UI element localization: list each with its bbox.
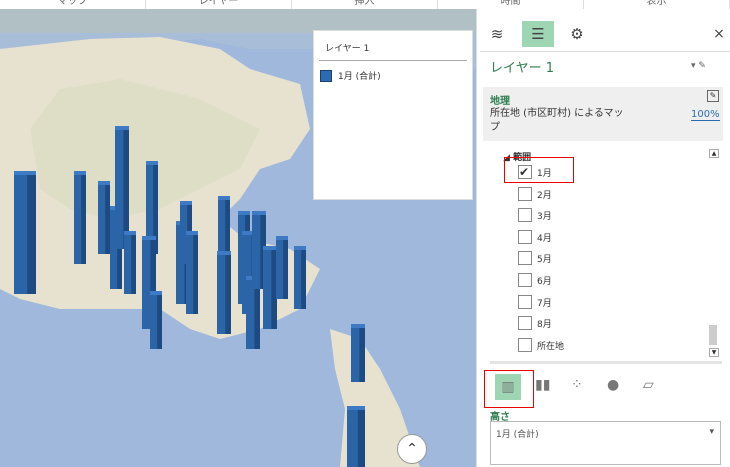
field-checkbox[interactable] xyxy=(518,316,532,331)
geography-section: 地理 所在地 (市区町村) によるマップ ✎ 100% xyxy=(483,87,723,141)
map-legend: レイヤー 1 1月 (合計) xyxy=(313,30,473,200)
height-value: 1月 (合計) xyxy=(496,430,539,440)
data-column[interactable] xyxy=(276,236,288,299)
tab-layer[interactable]: レイヤー xyxy=(146,0,292,9)
geography-desc: 所在地 (市区町村) によるマップ xyxy=(490,108,624,133)
highlight-box xyxy=(484,370,534,408)
field-label: 所在地 xyxy=(537,341,565,352)
field-label: 4月 xyxy=(537,233,552,244)
field-label: 8月 xyxy=(537,320,552,331)
edit-icon[interactable]: ✎ xyxy=(707,90,719,102)
layers-icon[interactable]: ≋ xyxy=(481,21,513,47)
data-column[interactable] xyxy=(14,171,36,294)
chevron-down-icon: ▾ xyxy=(709,427,714,437)
data-column[interactable] xyxy=(115,126,129,249)
tab-view[interactable]: 表示 xyxy=(584,0,730,9)
field-checkbox[interactable] xyxy=(518,186,532,201)
data-column[interactable] xyxy=(98,181,110,254)
geography-percent[interactable]: 100% xyxy=(691,109,720,121)
tab-map[interactable]: マップ xyxy=(0,0,146,9)
data-column[interactable] xyxy=(217,251,231,334)
layer-name[interactable]: レイヤー 1 xyxy=(490,57,554,76)
legend-item: 1月 (合計) xyxy=(338,72,381,82)
tilt-up-button[interactable]: ⌃ xyxy=(397,434,427,464)
field-list-icon[interactable]: ☰ xyxy=(522,21,554,47)
data-column[interactable] xyxy=(124,231,136,294)
field-scrollbar[interactable]: ▲ ▼ xyxy=(709,149,719,359)
field-label: 3月 xyxy=(537,212,552,223)
tab-insert[interactable]: 挿入 xyxy=(292,0,438,9)
close-button[interactable]: × xyxy=(703,21,730,47)
field-checkbox[interactable] xyxy=(518,337,532,352)
data-column[interactable] xyxy=(347,406,365,467)
field-checkbox[interactable] xyxy=(518,273,532,287)
data-column[interactable] xyxy=(150,291,162,349)
bubble-icon[interactable]: ⁘ xyxy=(571,377,583,393)
layer-dropdown-icon[interactable]: ▾ ✎ xyxy=(691,61,706,71)
field-checkbox[interactable] xyxy=(518,251,532,266)
data-column[interactable] xyxy=(351,324,365,382)
ribbon-tabs: マップ レイヤー 挿入 時間 表示 xyxy=(0,0,730,9)
layer-pane: ≋ ☰ ⚙ × レイヤー 1 ▾ ✎ 地理 所在地 (市区町村) によるマップ … xyxy=(476,9,730,467)
field-label: 5月 xyxy=(537,255,552,266)
tab-time[interactable]: 時間 xyxy=(438,0,584,9)
field-checkbox[interactable] xyxy=(518,229,532,244)
data-column[interactable] xyxy=(263,246,277,329)
highlight-box xyxy=(504,157,574,183)
data-column[interactable] xyxy=(74,171,86,264)
legend-swatch xyxy=(320,69,332,82)
field-label: 6月 xyxy=(537,277,552,287)
region-icon[interactable]: ▱ xyxy=(643,377,654,393)
data-column[interactable] xyxy=(186,231,198,314)
settings-icon[interactable]: ⚙ xyxy=(561,21,593,47)
field-label: 2月 xyxy=(537,190,552,201)
field-checkbox[interactable] xyxy=(518,294,532,309)
heat-map-icon[interactable]: ● xyxy=(607,377,619,393)
clustered-column-icon[interactable]: ▮▮ xyxy=(535,377,550,393)
legend-title: レイヤー 1 xyxy=(319,31,467,61)
field-checkbox[interactable] xyxy=(518,208,532,223)
geography-heading: 地理 xyxy=(490,96,510,107)
data-column[interactable] xyxy=(294,246,306,309)
height-field-dropdown[interactable]: 1月 (合計) ▾ xyxy=(490,421,721,465)
field-label: 7月 xyxy=(537,298,552,309)
